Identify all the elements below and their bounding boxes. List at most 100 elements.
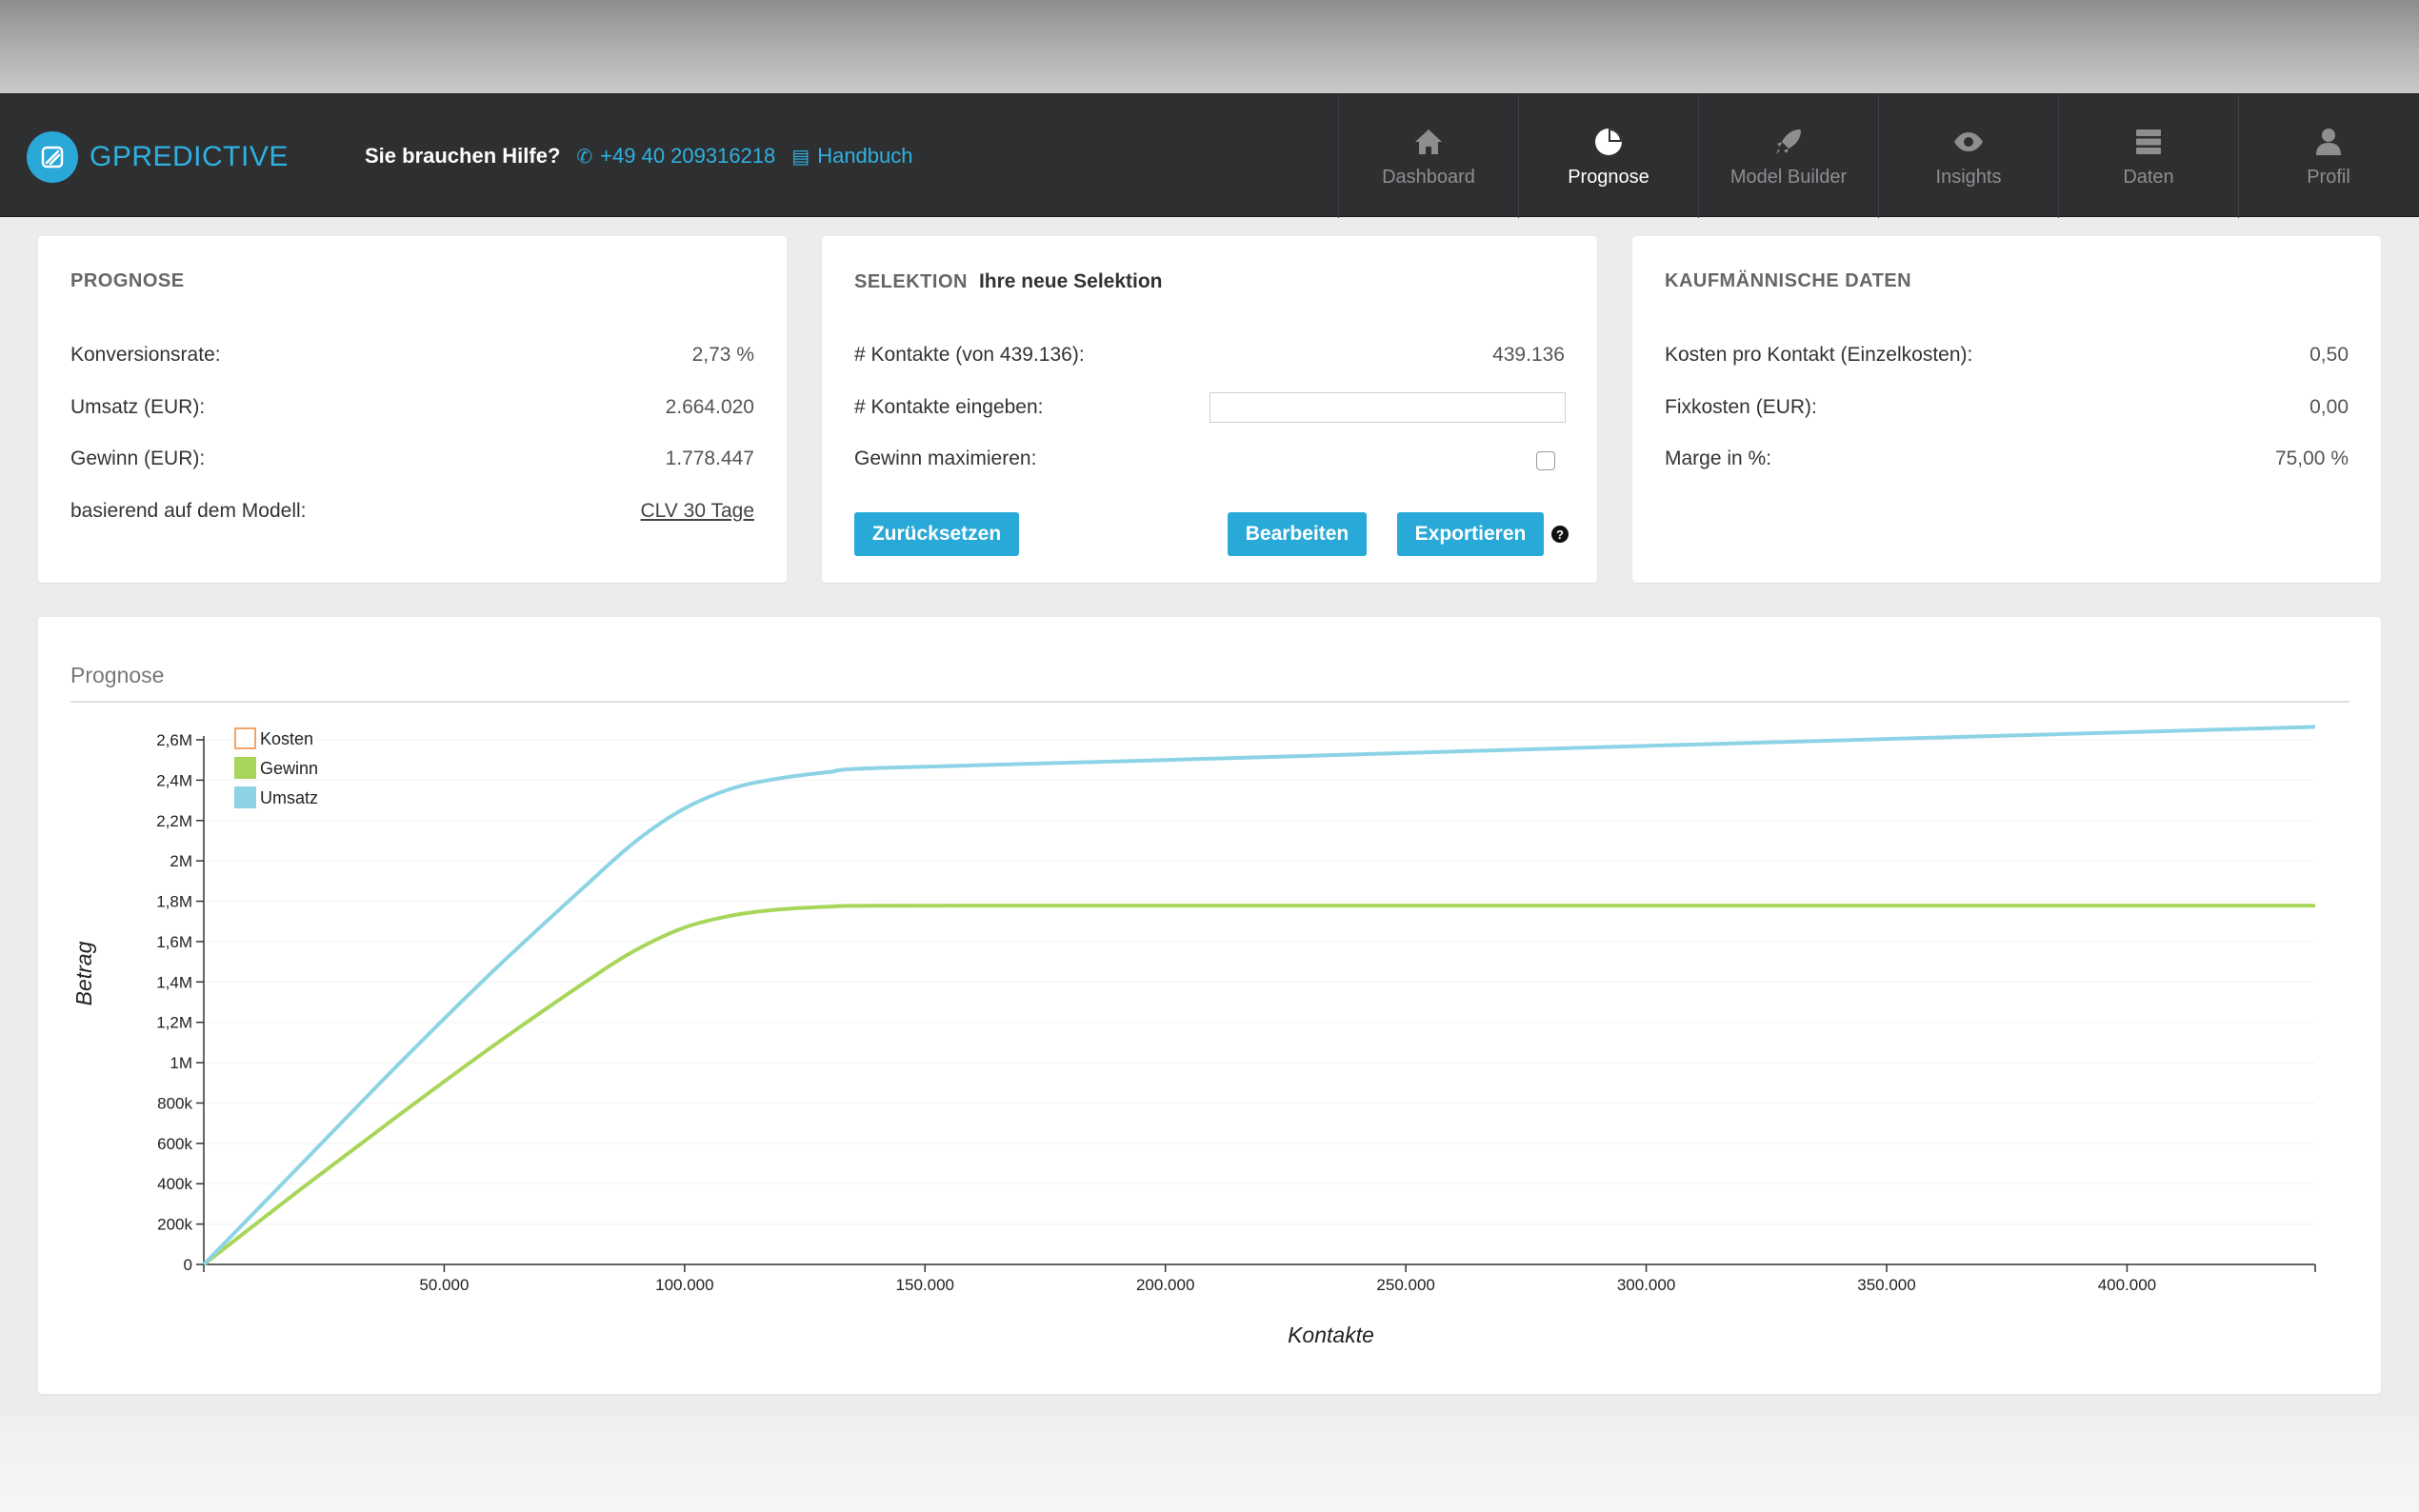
database-icon: [2136, 129, 2161, 154]
row-label: Gewinn (EUR):: [70, 448, 206, 469]
nav-item-prognose[interactable]: Prognose: [1518, 94, 1698, 218]
nav-label-prognose: Prognose: [1568, 166, 1649, 188]
brand-logo-icon: [27, 131, 78, 183]
book-icon: ▤: [791, 146, 810, 168]
main-nav: Dashboard Prognose Model Builder Insight…: [1338, 94, 2418, 218]
row-value: 1.778.447: [665, 448, 754, 469]
gewinn-row: Gewinn (EUR): 1.778.447: [70, 445, 754, 473]
selektion-subtitle: Ihre neue Selektion: [978, 270, 1163, 292]
y-tick-label: 1,6M: [156, 933, 192, 951]
prognose-chart: 0 200k 400k 600k 800k 1M 1,2M 1,4M 1,6M 1,8M 2M 2,2…: [71, 725, 2316, 1347]
x-axis-label: Kontakte: [1288, 1323, 1374, 1347]
nav-label-dashboard: Dashboard: [1382, 166, 1475, 188]
y-tick-label: 2,4M: [156, 771, 192, 789]
fixkosten-row: Fixkosten (EUR): 0,00: [1665, 393, 2349, 422]
y-tick-label: 1,2M: [156, 1014, 192, 1032]
export-button[interactable]: Exportieren: [1397, 512, 1544, 556]
nav-label-model-builder: Model Builder: [1729, 166, 1848, 188]
y-tick-label: 0: [184, 1256, 192, 1274]
x-tick-label: 150.000: [896, 1276, 954, 1294]
nav-item-daten[interactable]: Daten: [2058, 94, 2238, 218]
y-tick-label: 200k: [157, 1216, 192, 1234]
nav-item-model-builder[interactable]: Model Builder: [1698, 94, 1878, 218]
nav-label-profil: Profil: [2307, 166, 2350, 188]
model-link[interactable]: CLV 30 Tage: [641, 500, 754, 523]
y-tick-label: 2M: [170, 852, 192, 870]
legend-swatch-gewinn: [234, 757, 256, 779]
window-bottom-band: [0, 1417, 2419, 1512]
rocket-icon: [1776, 129, 1801, 154]
row-value: 2.664.020: [665, 396, 754, 418]
prognose-chart-panel: Prognose 0 200k 400k 600k 800k 1M 1,2M 1,4M 1,6M…: [38, 617, 2381, 1394]
row-label: Kosten pro Kontakt (Einzelkosten):: [1665, 344, 1973, 366]
modell-row: basierend auf dem Modell: CLV 30 Tage: [70, 497, 754, 526]
y-tick-label: 1M: [170, 1054, 192, 1072]
edit-button[interactable]: Bearbeiten: [1228, 512, 1367, 556]
y-tick-label: 800k: [157, 1094, 192, 1112]
nav-item-insights[interactable]: Insights: [1878, 94, 2058, 218]
row-value: 0,50: [2309, 344, 2349, 366]
x-tick-label: 350.000: [1857, 1276, 1915, 1294]
prognose-title: PROGNOSE: [70, 270, 185, 291]
kosten-pro-kontakt-row: Kosten pro Kontakt (Einzelkosten): 0,50: [1665, 341, 2349, 369]
row-value: 439.136: [1492, 344, 1565, 366]
kaufmaennische-daten-panel: KAUFMÄNNISCHE DATEN Kosten pro Kontakt (…: [1632, 236, 2381, 583]
legend-swatch-umsatz: [234, 786, 256, 808]
reset-button[interactable]: Zurücksetzen: [854, 512, 1019, 556]
brand[interactable]: GPREDICTIVE: [27, 130, 289, 184]
user-icon: [2316, 128, 2341, 155]
kontakte-row: # Kontakte (von 439.136): 439.136: [854, 341, 1565, 369]
prognose-panel: PROGNOSE Konversionsrate: 2,73 % Umsatz …: [38, 236, 787, 583]
legend-label-kosten: Kosten: [260, 729, 313, 748]
row-label: # Kontakte eingeben:: [854, 396, 1044, 418]
gewinn-maximieren-row: Gewinn maximieren:: [854, 445, 1565, 473]
question-icon[interactable]: ?: [1551, 526, 1569, 543]
y-tick-label: 2,2M: [156, 812, 192, 830]
row-label: Fixkosten (EUR):: [1665, 396, 1817, 418]
x-tick-label: 250.000: [1376, 1276, 1434, 1294]
umsatz-row: Umsatz (EUR): 2.664.020: [70, 393, 754, 422]
row-value: 0,00: [2309, 396, 2349, 418]
konversionsrate-row: Konversionsrate: 2,73 %: [70, 341, 754, 369]
x-tick-label: 200.000: [1136, 1276, 1194, 1294]
marge-row: Marge in %: 75,00 %: [1665, 445, 2349, 473]
row-label: Konversionsrate:: [70, 344, 221, 366]
x-tick-label: 300.000: [1617, 1276, 1675, 1294]
kaufmaennisch-title: KAUFMÄNNISCHE DATEN: [1665, 270, 1912, 291]
pie-chart-icon: [1595, 128, 1622, 155]
x-tick-label: 50.000: [419, 1276, 469, 1294]
row-value: 2,73 %: [691, 344, 754, 366]
nav-item-dashboard[interactable]: Dashboard: [1338, 94, 1518, 218]
row-label: # Kontakte (von 439.136):: [854, 344, 1085, 366]
nav-item-profil[interactable]: Profil: [2238, 94, 2418, 218]
manual-link[interactable]: Handbuch: [817, 144, 912, 169]
x-tick-label: 400.000: [2098, 1276, 2156, 1294]
y-tick-label: 2,6M: [156, 731, 192, 749]
navbar: GPREDICTIVE Sie brauchen Hilfe? ✆ +49 40…: [0, 93, 2419, 218]
window-top-band: [0, 0, 2419, 93]
phone-icon: ✆: [576, 146, 593, 168]
gewinn-maximieren-checkbox[interactable]: [1536, 451, 1555, 470]
help-bar: Sie brauchen Hilfe? ✆ +49 40 209316218 ▤…: [365, 144, 913, 169]
nav-label-insights: Insights: [1935, 166, 2002, 188]
help-phone-link[interactable]: +49 40 209316218: [600, 144, 775, 169]
eye-icon: [1954, 131, 1983, 151]
nav-label-daten: Daten: [2123, 166, 2174, 188]
x-tick-label: 100.000: [655, 1276, 713, 1294]
kontakte-input[interactable]: [1210, 392, 1566, 423]
row-label: Gewinn maximieren:: [854, 448, 1037, 469]
home-icon: [1415, 129, 1442, 154]
y-tick-label: 400k: [157, 1175, 192, 1193]
selektion-title: SELEKTION Ihre neue Selektion: [854, 270, 1163, 293]
row-label: basierend auf dem Modell:: [70, 500, 307, 522]
legend-label-umsatz: Umsatz: [260, 788, 318, 807]
legend-label-gewinn: Gewinn: [260, 759, 318, 778]
brand-name: GPREDICTIVE: [90, 141, 289, 172]
row-label: Umsatz (EUR):: [70, 396, 206, 418]
selektion-heading: SELEKTION: [854, 271, 968, 292]
selektion-panel: SELEKTION Ihre neue Selektion # Kontakte …: [822, 236, 1597, 583]
help-label: Sie brauchen Hilfe?: [365, 144, 561, 168]
series-line-gewinn: [202, 904, 2315, 1266]
y-axis-label: Betrag: [71, 941, 96, 1005]
row-label: Marge in %:: [1665, 448, 1772, 469]
